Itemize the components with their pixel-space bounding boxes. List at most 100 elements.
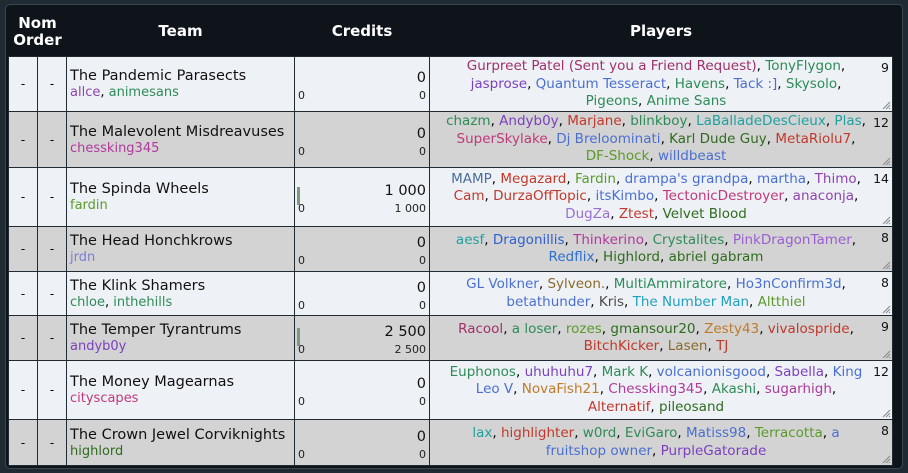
player-name[interactable]: SuperSkylake [457, 131, 548, 147]
resize-grip-icon[interactable] [882, 157, 891, 166]
player-name[interactable]: NovaFish21 [522, 381, 600, 397]
player-name[interactable]: sugarhigh [765, 381, 832, 397]
player-name[interactable]: Fardin [575, 171, 616, 187]
player-name[interactable]: DurzaOffTopic [493, 188, 587, 204]
player-name[interactable]: Terracotta [755, 425, 823, 441]
player-name[interactable]: chazm [446, 113, 491, 129]
manager-name[interactable]: animesans [109, 85, 179, 100]
player-name[interactable]: gmansour20 [610, 321, 695, 337]
player-name[interactable]: Marjane [567, 113, 621, 129]
player-name[interactable]: Anime Sans [647, 93, 727, 109]
player-name[interactable]: Matiss98 [686, 425, 746, 441]
team-name[interactable]: The Money Magearnas [70, 373, 294, 391]
player-name[interactable]: blinkboy [630, 113, 687, 129]
manager-name[interactable]: inthehills [113, 295, 172, 310]
manager-name[interactable]: chessking345 [70, 141, 159, 156]
player-name[interactable]: Altthiel [758, 294, 806, 310]
player-name[interactable]: Quantum Tesseract [536, 76, 666, 92]
player-name[interactable]: Euphonos [450, 364, 516, 380]
resize-grip-icon[interactable] [882, 305, 891, 314]
players-list[interactable]: Racool, a loser, rozes, gmansour20, Zest… [430, 317, 892, 359]
resize-grip-icon[interactable] [882, 216, 891, 225]
team-name[interactable]: The Temper Tyrantrums [70, 321, 294, 339]
player-name[interactable]: BitchKicker [584, 338, 660, 354]
players-list[interactable]: Euphonos, uhuhuhu7, Mark K, volcanionisg… [430, 362, 892, 418]
player-name[interactable]: Redflix [549, 249, 595, 265]
player-name[interactable]: Velvet Blood [663, 206, 747, 222]
player-name[interactable]: Pigeons [586, 93, 638, 109]
resize-grip-icon[interactable] [882, 350, 891, 359]
player-name[interactable]: The Number Man [633, 294, 749, 310]
manager-name[interactable]: andyb0y [70, 339, 126, 354]
team-name[interactable]: The Pandemic Parasects [70, 67, 294, 85]
player-name[interactable]: Dragonillis [493, 232, 565, 248]
player-name[interactable]: MetaRiolu7 [775, 131, 851, 147]
player-name[interactable]: rozes [566, 321, 602, 337]
player-name[interactable]: TonyFlygon [765, 58, 841, 74]
player-name[interactable]: anaconja [793, 188, 854, 204]
player-name[interactable]: Sabella [775, 364, 825, 380]
player-name[interactable]: GL Volkner [466, 276, 539, 292]
player-name[interactable]: Alternatif [588, 399, 651, 415]
player-name[interactable]: aesf [456, 232, 484, 248]
player-name[interactable]: martha [757, 171, 806, 187]
player-name[interactable]: a loser [512, 321, 557, 337]
player-name[interactable]: Andyb0y [499, 113, 559, 129]
player-name[interactable]: vivalospride [768, 321, 850, 337]
player-name[interactable]: Gurpreet Patel (Sent you a Friend Reques… [467, 58, 757, 74]
players-list[interactable]: GL Volkner, Sylveon., MultiAmmiratore, H… [430, 273, 892, 314]
player-name[interactable]: lax [472, 425, 492, 441]
players-list[interactable]: MAMP, Megazard, Fardin, drampa's grandpa… [430, 169, 892, 225]
player-name[interactable]: jasprose [471, 76, 527, 92]
player-name[interactable]: betathunder [506, 294, 590, 310]
player-name[interactable]: uhuhuhu7 [525, 364, 593, 380]
player-name[interactable]: abriel gabram [669, 249, 764, 265]
manager-name[interactable]: allce [70, 85, 100, 100]
player-name[interactable]: LaBalladeDesCieux [696, 113, 826, 129]
player-name[interactable]: Havens [675, 76, 725, 92]
player-name[interactable]: Kris [599, 294, 624, 310]
players-list[interactable]: aesf, Dragonillis, Thinkerino, Crystalit… [430, 228, 892, 270]
player-name[interactable]: Dj Breloominati [556, 131, 660, 147]
player-name[interactable]: Ztest [619, 206, 654, 222]
player-name[interactable]: Skysolo [786, 76, 837, 92]
players-list[interactable]: chazm, Andyb0y, Marjane, blinkboy, LaBal… [430, 113, 892, 166]
player-name[interactable]: itsKimbo [595, 188, 654, 204]
player-name[interactable]: MAMP [451, 171, 492, 187]
player-name[interactable]: Akashi [712, 381, 756, 397]
player-name[interactable]: Crystalites [653, 232, 725, 248]
player-name[interactable]: DF-Shock [586, 148, 650, 164]
player-name[interactable]: Thinkerino [573, 232, 644, 248]
player-name[interactable]: TectonicDestroyer [663, 188, 784, 204]
manager-name[interactable]: jrdn [70, 250, 95, 265]
player-name[interactable]: Zesty43 [704, 321, 759, 337]
manager-name[interactable]: chloe [70, 295, 105, 310]
player-name[interactable]: Thimo [815, 171, 857, 187]
player-name[interactable]: pileosand [659, 399, 724, 415]
player-name[interactable]: Mark K [602, 364, 648, 380]
resize-grip-icon[interactable] [882, 455, 891, 464]
player-name[interactable]: Karl Dude Guy [669, 131, 767, 147]
team-name[interactable]: The Klink Shamers [70, 277, 294, 295]
player-name[interactable]: Racool [458, 321, 503, 337]
player-name[interactable]: Chessking345 [608, 381, 703, 397]
player-name[interactable]: PurpleGatorade [661, 443, 767, 459]
player-name[interactable]: EviGaro [625, 425, 678, 441]
team-name[interactable]: The Crown Jewel Corviknights [70, 426, 294, 444]
manager-name[interactable]: highlord [70, 444, 123, 459]
resize-grip-icon[interactable] [882, 101, 891, 110]
team-name[interactable]: The Malevolent Misdreavuses [70, 123, 294, 141]
player-name[interactable]: w0rd [583, 425, 617, 441]
player-name[interactable]: TJ [716, 338, 728, 354]
player-name[interactable]: Ho3nConfirm3d [736, 276, 842, 292]
player-name[interactable]: DugZa [565, 206, 610, 222]
player-name[interactable]: Highlord [603, 249, 660, 265]
player-name[interactable]: volcanionisgood [657, 364, 766, 380]
player-name[interactable]: MultiAmmiratore [614, 276, 727, 292]
player-name[interactable]: willdbeast [658, 148, 726, 164]
player-name[interactable]: Megazard [500, 171, 566, 187]
player-name[interactable]: highlighter [501, 425, 574, 441]
player-name[interactable]: Cam [454, 188, 485, 204]
player-name[interactable]: drampa's grandpa [625, 171, 749, 187]
manager-name[interactable]: cityscapes [70, 391, 138, 406]
